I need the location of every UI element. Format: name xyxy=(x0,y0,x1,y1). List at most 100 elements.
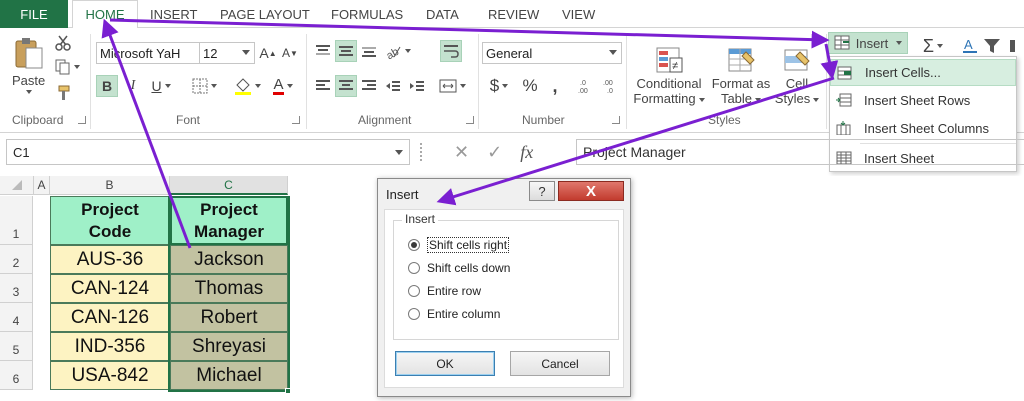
row-header-5[interactable]: 5 xyxy=(0,332,33,361)
currency-button[interactable]: $ xyxy=(484,75,514,97)
cell-c5[interactable]: Shreyasi xyxy=(170,332,288,361)
tab-page-layout[interactable]: PAGE LAYOUT xyxy=(220,0,310,28)
option-shift-cells-down[interactable]: Shift cells down xyxy=(408,258,510,278)
confirm-entry-icon[interactable]: ✓ xyxy=(487,142,502,163)
underline-button[interactable]: U xyxy=(146,75,176,97)
formula-bar-splitter[interactable] xyxy=(420,143,424,161)
row-header-1[interactable]: 1 xyxy=(0,196,33,245)
tab-review[interactable]: REVIEW xyxy=(488,0,539,28)
tab-home[interactable]: HOME xyxy=(72,0,138,29)
radio-icon[interactable] xyxy=(408,285,420,297)
insert-function-icon[interactable]: fx xyxy=(520,142,533,163)
cell-b5[interactable]: IND-356 xyxy=(50,332,170,361)
percent-button[interactable]: % xyxy=(518,75,542,97)
clipboard-launcher-icon[interactable] xyxy=(78,116,86,124)
row-header-2[interactable]: 2 xyxy=(0,245,33,274)
decrease-indent-button[interactable] xyxy=(382,75,404,97)
font-name-combo[interactable]: Microsoft YaH xyxy=(96,42,200,64)
tab-data[interactable]: DATA xyxy=(426,0,459,28)
bold-button[interactable]: B xyxy=(96,75,118,97)
cell-b3[interactable]: CAN-124 xyxy=(50,274,170,303)
radio-icon[interactable] xyxy=(408,308,420,320)
cell-c1[interactable]: Project Manager xyxy=(170,196,288,245)
align-middle-button[interactable] xyxy=(335,40,357,62)
increase-indent-button[interactable] xyxy=(406,75,428,97)
align-right-button[interactable] xyxy=(358,75,380,97)
ok-button[interactable]: OK xyxy=(395,351,495,376)
cell-c3[interactable]: Thomas xyxy=(170,274,288,303)
number-format-combo[interactable]: General xyxy=(482,42,622,64)
cell-b4[interactable]: CAN-126 xyxy=(50,303,170,332)
orientation-button[interactable]: ab xyxy=(382,40,412,62)
option-entire-row[interactable]: Entire row xyxy=(408,281,481,301)
row-header-6[interactable]: 6 xyxy=(0,361,33,390)
column-header-b[interactable]: B xyxy=(50,176,170,195)
insert-cells-dropdown-button[interactable]: Insert xyxy=(828,32,908,54)
formula-input[interactable]: Project Manager xyxy=(576,139,1024,165)
increase-decimal-button[interactable]: .0.00 xyxy=(575,75,597,97)
font-launcher-icon[interactable] xyxy=(292,116,300,124)
number-launcher-icon[interactable] xyxy=(612,116,620,124)
cancel-button[interactable]: Cancel xyxy=(510,351,610,376)
menu-item-insert-sheet-columns[interactable]: Insert Sheet Columns xyxy=(830,115,1016,142)
fill-button[interactable]: A xyxy=(958,34,982,58)
grow-font-button[interactable]: A ▲ xyxy=(258,42,278,64)
merge-center-button[interactable] xyxy=(436,75,468,97)
cell-c2[interactable]: Jackson xyxy=(170,245,288,274)
tab-file[interactable]: FILE xyxy=(0,0,68,28)
close-button[interactable]: X xyxy=(558,181,624,201)
column-header-a[interactable]: A xyxy=(34,176,50,195)
wrap-text-button[interactable] xyxy=(440,40,462,62)
align-bottom-button[interactable] xyxy=(358,40,380,62)
conditional-formatting-button[interactable]: ≠ Conditional Formatting xyxy=(630,36,708,116)
borders-button[interactable] xyxy=(186,75,222,97)
align-center-button[interactable] xyxy=(335,75,357,97)
cell-b1[interactable]: Project Code xyxy=(50,196,170,245)
autosum-button[interactable]: Σ xyxy=(918,34,948,58)
radio-icon[interactable] xyxy=(408,262,420,274)
format-as-table-button[interactable]: Format as Table xyxy=(708,36,774,116)
chevron-down-icon[interactable] xyxy=(395,150,403,155)
fill-handle[interactable] xyxy=(285,388,291,394)
select-all-corner[interactable] xyxy=(0,176,34,195)
decrease-decimal-button[interactable]: .00.0 xyxy=(600,75,622,97)
cut-button[interactable] xyxy=(54,34,72,52)
cell-c4[interactable]: Robert xyxy=(170,303,288,332)
row-header-4[interactable]: 4 xyxy=(0,303,33,332)
currency-icon: $ xyxy=(489,76,500,95)
help-button[interactable]: ? xyxy=(529,181,555,201)
filter-button[interactable] xyxy=(980,34,1004,58)
tab-view[interactable]: VIEW xyxy=(562,0,595,28)
align-left-button[interactable] xyxy=(312,75,334,97)
paste-button[interactable] xyxy=(10,34,48,72)
name-box[interactable]: C1 xyxy=(6,139,410,165)
shrink-font-button[interactable]: A ▼ xyxy=(280,42,300,64)
fill-color-button[interactable] xyxy=(230,75,264,97)
align-top-button[interactable] xyxy=(312,40,334,62)
radio-checked-icon[interactable] xyxy=(408,239,420,251)
italic-button[interactable]: I xyxy=(122,75,144,97)
find-button[interactable] xyxy=(1006,34,1024,58)
option-entire-column[interactable]: Entire column xyxy=(408,304,500,324)
alignment-launcher-icon[interactable] xyxy=(466,116,474,124)
menu-item-insert-sheet-rows[interactable]: Insert Sheet Rows xyxy=(830,87,1016,114)
comma-style-button[interactable]: , xyxy=(544,75,566,97)
cell-b6[interactable]: USA-842 xyxy=(50,361,170,390)
paste-dropdown-arrow-icon[interactable] xyxy=(26,90,32,94)
column-header-c[interactable]: C xyxy=(170,176,288,195)
option-shift-cells-right[interactable]: Shift cells right xyxy=(408,235,510,255)
font-color-button[interactable]: A xyxy=(266,75,300,97)
row-header-3[interactable]: 3 xyxy=(0,274,33,303)
copy-button[interactable] xyxy=(54,58,80,76)
format-painter-button[interactable] xyxy=(54,84,72,102)
chevron-down-icon[interactable] xyxy=(609,50,617,55)
font-size-combo[interactable]: 12 xyxy=(199,42,255,64)
cell-styles-button[interactable]: Cell Styles xyxy=(772,36,822,116)
menu-item-insert-cells[interactable]: Insert Cells... xyxy=(830,59,1016,86)
chevron-down-icon[interactable] xyxy=(242,50,250,55)
tab-insert[interactable]: INSERT xyxy=(150,0,197,28)
cell-c6[interactable]: Michael xyxy=(170,361,288,390)
tab-formulas[interactable]: FORMULAS xyxy=(331,0,403,28)
cell-b2[interactable]: AUS-36 xyxy=(50,245,170,274)
cancel-entry-icon[interactable]: ✕ xyxy=(454,142,469,163)
